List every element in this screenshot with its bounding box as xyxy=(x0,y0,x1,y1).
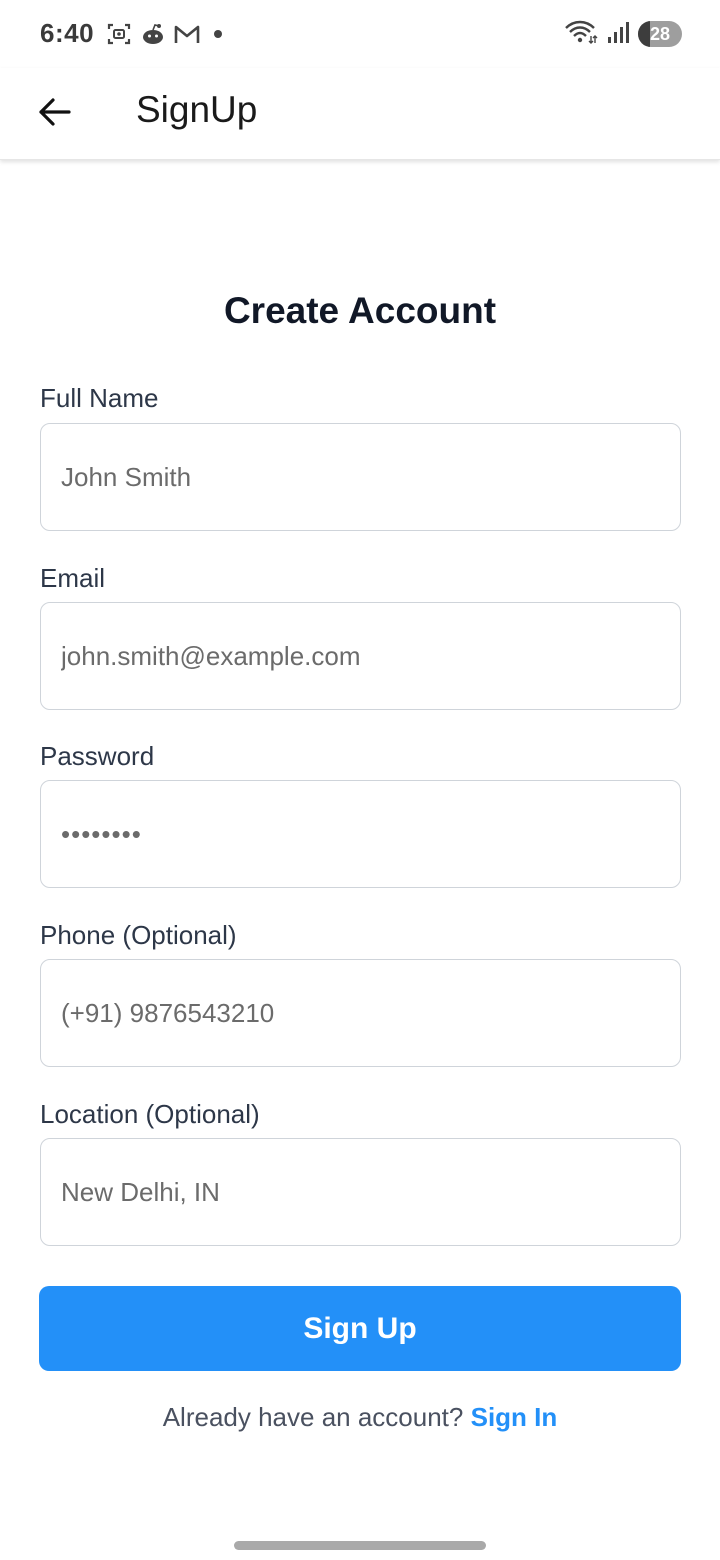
status-time: 6:40 xyxy=(40,18,95,48)
location-input[interactable] xyxy=(40,1138,681,1246)
sign-up-button[interactable]: Sign Up xyxy=(39,1286,681,1371)
home-indicator[interactable] xyxy=(234,1541,486,1550)
reddit-icon xyxy=(140,21,166,47)
status-bar: 6:40 28 xyxy=(0,0,720,68)
phone-label: Phone (Optional) xyxy=(40,920,237,950)
app-bar: SignUp xyxy=(0,68,720,160)
sign-in-link[interactable]: Sign In xyxy=(471,1402,558,1432)
screenshot-icon xyxy=(106,21,132,47)
back-button[interactable] xyxy=(30,88,78,136)
battery-level: 28 xyxy=(649,23,671,44)
full-name-input[interactable] xyxy=(40,423,681,531)
sign-in-prompt-text: Already have an account? xyxy=(162,1402,464,1432)
password-input[interactable] xyxy=(40,780,681,888)
email-input[interactable] xyxy=(40,602,681,710)
battery-fill xyxy=(638,21,651,47)
battery-indicator: 28 xyxy=(638,21,682,47)
form-title: Create Account xyxy=(223,290,497,331)
password-label: Password xyxy=(40,741,155,771)
app-bar-title: SignUp xyxy=(136,89,258,130)
signal-icon xyxy=(606,20,630,49)
notification-dot xyxy=(214,30,222,38)
phone-input[interactable] xyxy=(40,959,681,1067)
status-notification-icons xyxy=(106,20,222,48)
arrow-left-icon xyxy=(39,98,71,126)
location-label: Location (Optional) xyxy=(40,1099,260,1129)
email-label: Email xyxy=(40,563,106,593)
gmail-icon xyxy=(174,23,200,45)
status-system-icons: 28 xyxy=(564,20,682,48)
full-name-label: Full Name xyxy=(40,383,159,413)
sign-in-prompt: Already have an account? Sign In xyxy=(0,1402,720,1433)
wifi-icon xyxy=(564,19,598,50)
